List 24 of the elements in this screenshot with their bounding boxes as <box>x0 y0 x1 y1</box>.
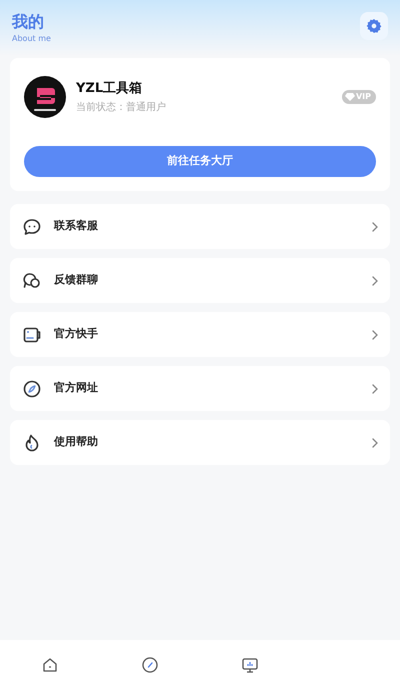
user-status: 当前状态：普通用户 <box>76 100 167 116</box>
settings-icon <box>366 18 382 34</box>
chevron-right-icon <box>372 438 378 448</box>
menu-item[interactable]: 联系客服 <box>10 204 390 249</box>
menu-item[interactable]: 反馈群聊 <box>10 258 390 303</box>
user-name: YZL工具箱 <box>76 80 144 98</box>
settings-button[interactable] <box>360 12 388 40</box>
monitor-icon[interactable] <box>241 656 259 674</box>
home-icon[interactable] <box>41 656 59 674</box>
chat-bubble-icon <box>22 216 42 236</box>
page-subtitle: About me <box>12 34 51 44</box>
menu-item[interactable]: 官方快手 <box>10 312 390 357</box>
id-card-icon <box>22 324 42 344</box>
chevron-right-icon <box>372 276 378 286</box>
menu-item[interactable]: 官方网址 <box>10 366 390 411</box>
chevron-right-icon <box>372 330 378 340</box>
page-title: 我的 <box>12 12 45 32</box>
compass-icon <box>22 378 42 398</box>
menu-item[interactable]: 使用帮助 <box>10 420 390 465</box>
chevron-right-icon <box>372 384 378 394</box>
chat-bubbles-icon <box>22 270 42 290</box>
compass-icon[interactable] <box>141 656 159 674</box>
avatar-logo-icon <box>24 76 66 118</box>
chevron-right-icon <box>372 222 378 232</box>
